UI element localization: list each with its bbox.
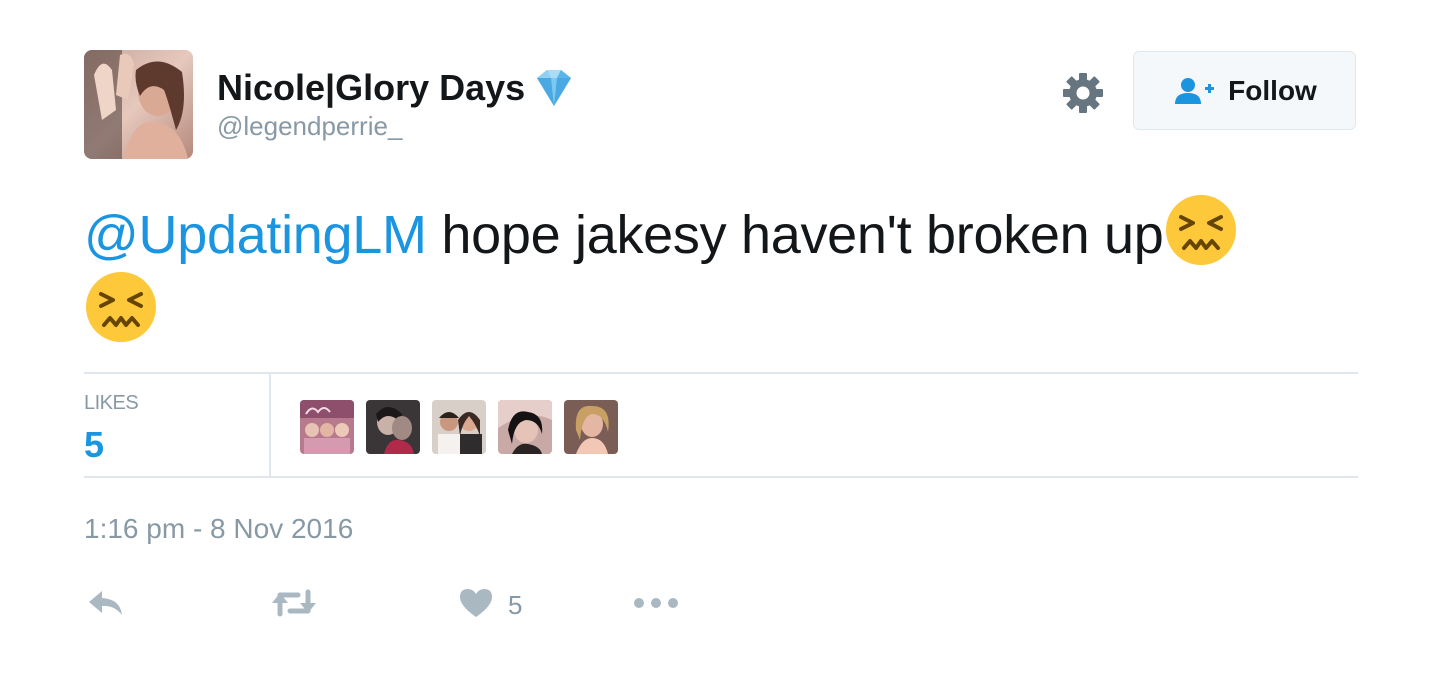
tweet-card: Nicole|Glory Days @legendperrie_ Follow …: [84, 50, 1358, 650]
liker-avatar[interactable]: [432, 400, 486, 454]
tweet-body-text: hope jakesy haven't broken up: [426, 205, 1164, 265]
retweet-button[interactable]: [270, 580, 318, 630]
reply-button[interactable]: [86, 580, 126, 630]
author-handle[interactable]: @legendperrie_: [217, 110, 579, 142]
like-button[interactable]: 5: [458, 580, 522, 630]
tweet-stats: LIKES 5: [84, 372, 1358, 478]
author-avatar[interactable]: [84, 50, 193, 159]
tweet-header: Nicole|Glory Days @legendperrie_ Follow: [84, 50, 1358, 160]
gem-stone-icon: [527, 68, 579, 108]
liker-avatar[interactable]: [564, 400, 618, 454]
tweet-actions: 5: [84, 580, 784, 630]
tweet-mention-link[interactable]: @UpdatingLM: [84, 205, 427, 265]
tweet-timestamp[interactable]: 1:16 pm - 8 Nov 2016: [84, 513, 353, 545]
liker-avatar[interactable]: [366, 400, 420, 454]
likes-stat[interactable]: LIKES 5: [84, 374, 271, 478]
tweet-text: @UpdatingLM hope jakesy haven't broken u…: [84, 193, 1358, 347]
likes-count[interactable]: 5: [84, 424, 104, 466]
likes-label: LIKES: [84, 392, 139, 414]
likers-avatar-list: [300, 400, 630, 454]
confounded-face-emoji: [1164, 193, 1238, 267]
heart-icon: [458, 587, 494, 624]
author-name-block: Nicole|Glory Days @legendperrie_: [217, 68, 579, 142]
more-options-button[interactable]: [633, 580, 679, 630]
reply-icon: [86, 587, 126, 624]
retweet-icon: [270, 587, 318, 624]
like-action-count: 5: [508, 589, 523, 620]
more-dots-icon: [633, 596, 679, 614]
gear-icon[interactable]: [1062, 72, 1104, 114]
author-display-name-row[interactable]: Nicole|Glory Days: [217, 68, 579, 108]
liker-avatar[interactable]: [498, 400, 552, 454]
follow-button-label: Follow: [1228, 74, 1317, 106]
author-display-name[interactable]: Nicole|Glory Days: [217, 68, 525, 108]
confounded-face-emoji: [84, 270, 158, 344]
follow-button[interactable]: Follow: [1133, 51, 1356, 130]
follow-person-plus-icon: [1172, 76, 1216, 106]
liker-avatar[interactable]: [300, 400, 354, 454]
